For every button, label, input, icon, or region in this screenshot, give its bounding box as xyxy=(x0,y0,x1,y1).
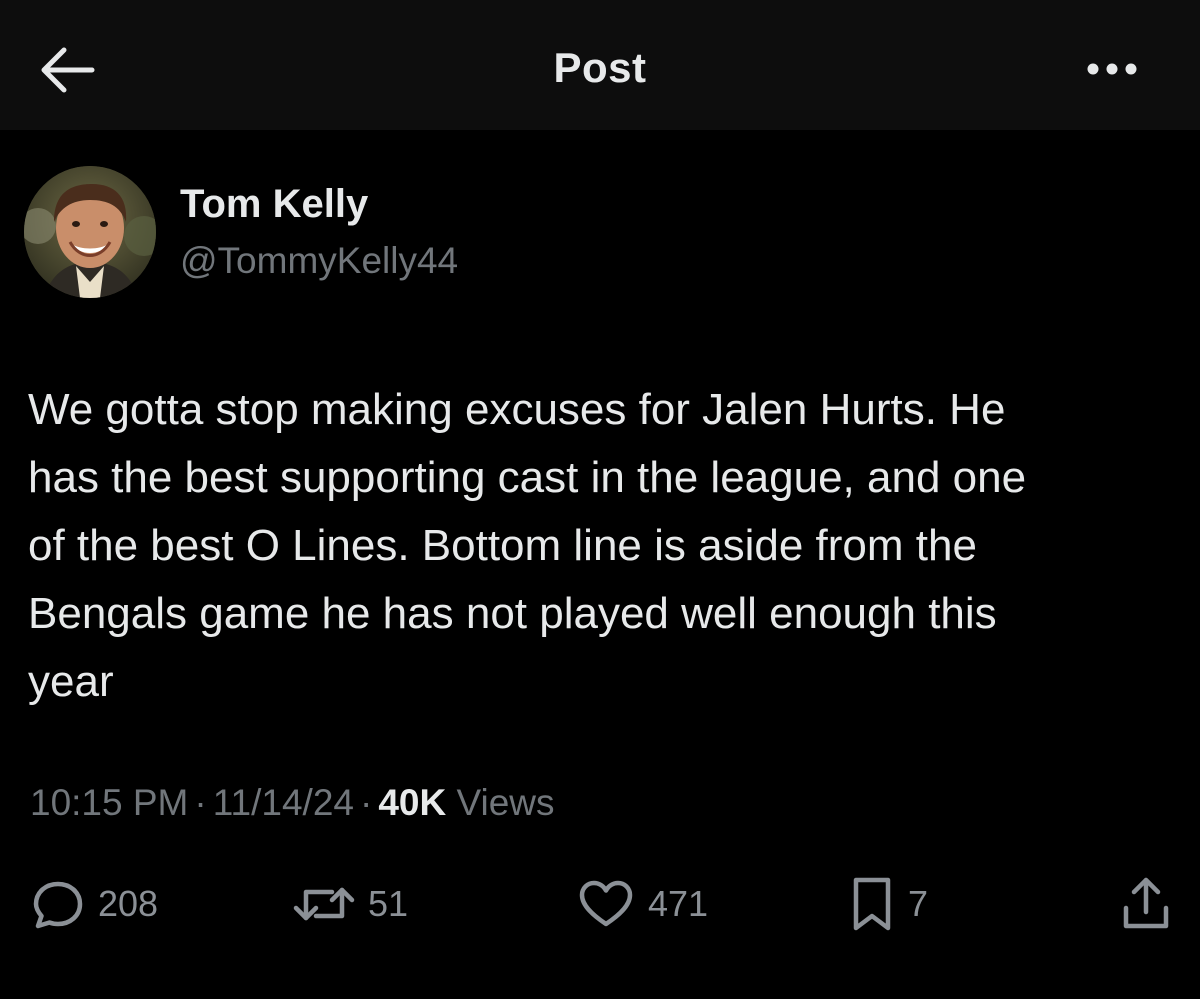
like-button[interactable]: 471 xyxy=(576,874,708,934)
bookmark-icon xyxy=(853,877,891,931)
reply-count: 208 xyxy=(98,883,159,924)
repost-button[interactable]: 51 xyxy=(292,874,408,934)
repost-icon xyxy=(293,887,355,921)
post-text-line: year xyxy=(28,657,114,706)
more-dots-icon xyxy=(1087,63,1137,75)
post-date[interactable]: 11/14/24 xyxy=(213,782,354,823)
views-count: 40K xyxy=(378,782,447,823)
avatar[interactable] xyxy=(24,166,156,298)
post-text-line: has the best supporting cast in the leag… xyxy=(28,453,1027,502)
repost-count: 51 xyxy=(368,883,409,924)
post-text: We gotta stop making excuses for Jalen H… xyxy=(28,376,1178,716)
post-time[interactable]: 10:15 PM xyxy=(30,782,188,823)
bookmark-button[interactable]: 7 xyxy=(848,874,928,934)
share-icon xyxy=(1123,877,1169,929)
post-text-line: We gotta stop making excuses for Jalen H… xyxy=(28,385,1006,434)
separator: · xyxy=(359,782,373,823)
avatar-photo xyxy=(24,166,156,298)
author-name[interactable]: Tom Kelly xyxy=(180,182,368,227)
page-title: Post xyxy=(553,44,647,91)
post-text-line: of the best O Lines. Bottom line is asid… xyxy=(28,521,977,570)
top-bar: Post xyxy=(0,0,1200,130)
bookmark-count: 7 xyxy=(908,883,929,924)
post-metadata: 10:15 PM · 11/14/24 · 40K Views xyxy=(30,782,555,824)
separator: · xyxy=(194,782,207,823)
like-count: 471 xyxy=(648,883,709,924)
heart-icon xyxy=(579,880,633,927)
author-handle[interactable]: @TommyKelly44 xyxy=(180,240,458,282)
post-page: Post Tom Kelly @TommyKelly44 We gotta st… xyxy=(0,0,1200,999)
reply-bubble-icon xyxy=(33,881,83,929)
views-label: Views xyxy=(456,782,555,823)
reply-button[interactable]: 208 xyxy=(30,874,158,934)
post-text-line: Bengals game he has not played well enou… xyxy=(28,589,997,638)
more-options-button[interactable] xyxy=(1082,54,1142,84)
share-button[interactable] xyxy=(1120,874,1172,934)
